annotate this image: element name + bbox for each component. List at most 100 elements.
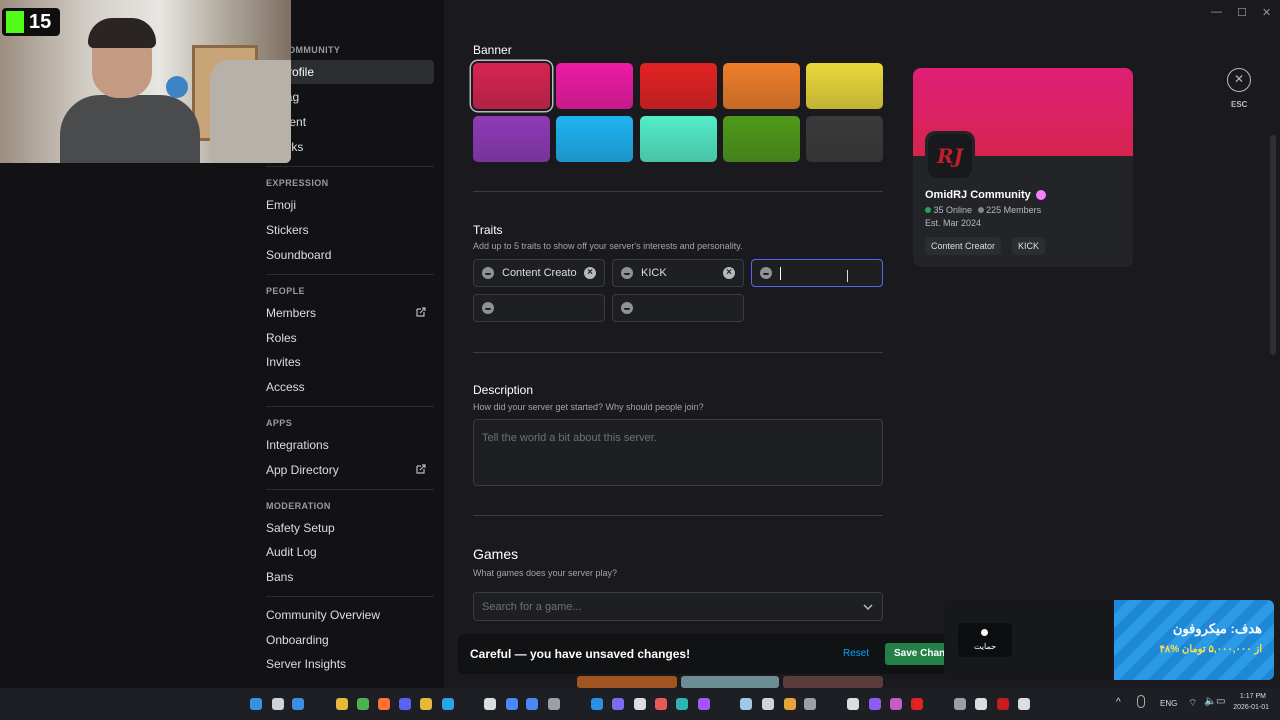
trait-input-5[interactable]	[612, 294, 744, 322]
maximize-button[interactable]: ☐	[1237, 6, 1247, 19]
sidebar-item-safety-setup[interactable]: Safety Setup	[258, 516, 434, 540]
reset-button[interactable]: Reset	[843, 648, 869, 659]
trait-input-2[interactable]: KICK ×	[612, 259, 744, 287]
chevron-up-icon[interactable]: ^	[1116, 697, 1121, 708]
banner-color-swatch[interactable]	[722, 63, 800, 109]
donation-overlay: حمایت هدف: میکروفون ۴۸% از ۵,۰۰۰,۰۰۰ توم…	[944, 600, 1274, 680]
language-indicator[interactable]: ENG	[1160, 699, 1177, 708]
esc-label: ESC	[1231, 100, 1248, 109]
clock-time[interactable]: 1:17 PM	[1226, 693, 1266, 700]
task-view-icon[interactable]	[292, 698, 304, 710]
app-icon[interactable]	[420, 698, 432, 710]
obs-icon[interactable]	[847, 698, 859, 710]
microphone-icon[interactable]	[1137, 695, 1145, 708]
sidebar-item-members[interactable]: Members	[258, 301, 434, 325]
banner-color-swatch[interactable]	[722, 116, 800, 162]
app-icon[interactable]	[1018, 698, 1030, 710]
sidebar-item-server-insights[interactable]: Server Insights	[258, 652, 434, 676]
sidebar-item-audit-log[interactable]: Audit Log	[258, 540, 434, 564]
app-icon[interactable]	[975, 698, 987, 710]
app-icon[interactable]	[804, 698, 816, 710]
app-icon[interactable]	[869, 698, 881, 710]
webcam-person-body	[60, 95, 200, 163]
webcam-cloth	[210, 60, 291, 163]
sidebar-item-access[interactable]: Access	[258, 375, 434, 399]
banner-color-swatch[interactable]	[806, 63, 884, 109]
app-icon[interactable]	[548, 698, 560, 710]
app-icon[interactable]	[890, 698, 902, 710]
clear-icon[interactable]: ×	[584, 267, 596, 279]
file-explorer-icon[interactable]	[336, 698, 348, 710]
sidebar-item-roles[interactable]: Roles	[258, 326, 434, 350]
scrollbar[interactable]	[1270, 135, 1276, 355]
game-search-input[interactable]: Search for a game...	[473, 592, 883, 621]
server-name: OmidRJ Community	[925, 189, 1046, 201]
trait-input-1[interactable]: Content Creato ×	[473, 259, 605, 287]
telegram-icon[interactable]	[442, 698, 454, 710]
wifi-icon[interactable]: ⌔	[1188, 697, 1197, 710]
clock-date[interactable]: 2026-01-01	[1226, 704, 1269, 711]
banner-color-swatch[interactable]	[556, 63, 634, 109]
search-icon[interactable]	[272, 698, 284, 710]
steam-icon[interactable]	[740, 698, 752, 710]
sidebar-item-stickers[interactable]: Stickers	[258, 218, 434, 242]
app-icon[interactable]	[526, 698, 538, 710]
app-icon[interactable]	[634, 698, 646, 710]
battery-icon[interactable]: ▭	[1216, 696, 1225, 707]
firefox-icon[interactable]	[378, 698, 390, 710]
sidebar-item-bans[interactable]: Bans	[258, 565, 434, 589]
edge-icon[interactable]	[676, 698, 688, 710]
emoji-icon[interactable]	[621, 302, 633, 314]
sidebar-item-app-directory[interactable]: App Directory	[258, 458, 434, 482]
app-icon[interactable]	[997, 698, 1009, 710]
banner-color-swatch[interactable]	[556, 116, 634, 162]
banner-color-swatch[interactable]	[473, 116, 550, 162]
minimize-button[interactable]: —	[1211, 6, 1222, 18]
app-icon[interactable]	[784, 698, 796, 710]
emoji-icon[interactable]	[760, 267, 772, 279]
discord-icon[interactable]	[399, 698, 411, 710]
divider	[266, 274, 434, 275]
chrome-icon[interactable]	[357, 698, 369, 710]
game-thumbnail[interactable]	[783, 676, 883, 688]
banner-color-swatch[interactable]	[806, 116, 884, 162]
emoji-icon[interactable]	[482, 267, 494, 279]
donate-button[interactable]: حمایت	[958, 623, 1012, 657]
volume-icon[interactable]: 🔈	[1204, 696, 1216, 707]
banner-title: Banner	[473, 43, 512, 57]
description-subtitle: How did your server get started? Why sho…	[473, 402, 704, 412]
clear-icon[interactable]: ×	[723, 267, 735, 279]
youtube-icon[interactable]	[911, 698, 923, 710]
section-title-people: PEOPLE	[266, 286, 305, 296]
games-subtitle: What games does your server play?	[473, 568, 618, 578]
close-settings-button[interactable]: ✕	[1227, 68, 1251, 92]
goal-panel: هدف: میکروفون ۴۸% از ۵,۰۰۰,۰۰۰ تومان	[1114, 600, 1274, 680]
sidebar-item-soundboard[interactable]: Soundboard	[258, 243, 434, 267]
app-icon[interactable]	[612, 698, 624, 710]
windows-start-icon[interactable]	[250, 698, 262, 710]
description-textarea[interactable]: Tell the world a bit about this server.	[473, 419, 883, 486]
app-icon[interactable]	[954, 698, 966, 710]
webcam-overlay: 15	[0, 0, 291, 163]
sidebar-item-invites[interactable]: Invites	[258, 350, 434, 374]
close-window-button[interactable]: ✕	[1262, 6, 1271, 19]
vscode-icon[interactable]	[591, 698, 603, 710]
app-icon[interactable]	[655, 698, 667, 710]
sidebar-item-integrations[interactable]: Integrations	[258, 433, 434, 457]
chart-app-icon[interactable]	[506, 698, 518, 710]
trait-input-4[interactable]	[473, 294, 605, 322]
game-thumbnail[interactable]	[681, 676, 779, 688]
sidebar-item-community-overview[interactable]: Community Overview	[258, 603, 434, 627]
banner-color-swatch[interactable]	[639, 116, 717, 162]
banner-color-swatch[interactable]	[639, 63, 717, 109]
sidebar-item-emoji[interactable]: Emoji	[258, 193, 434, 217]
github-icon[interactable]	[484, 698, 496, 710]
emoji-icon[interactable]	[621, 267, 633, 279]
sidebar-item-onboarding[interactable]: Onboarding	[258, 628, 434, 652]
app-icon[interactable]	[762, 698, 774, 710]
app-icon[interactable]	[698, 698, 710, 710]
banner-color-swatch[interactable]	[473, 63, 550, 109]
game-thumbnail[interactable]	[577, 676, 677, 688]
trait-input-3[interactable]	[751, 259, 883, 287]
emoji-icon[interactable]	[482, 302, 494, 314]
